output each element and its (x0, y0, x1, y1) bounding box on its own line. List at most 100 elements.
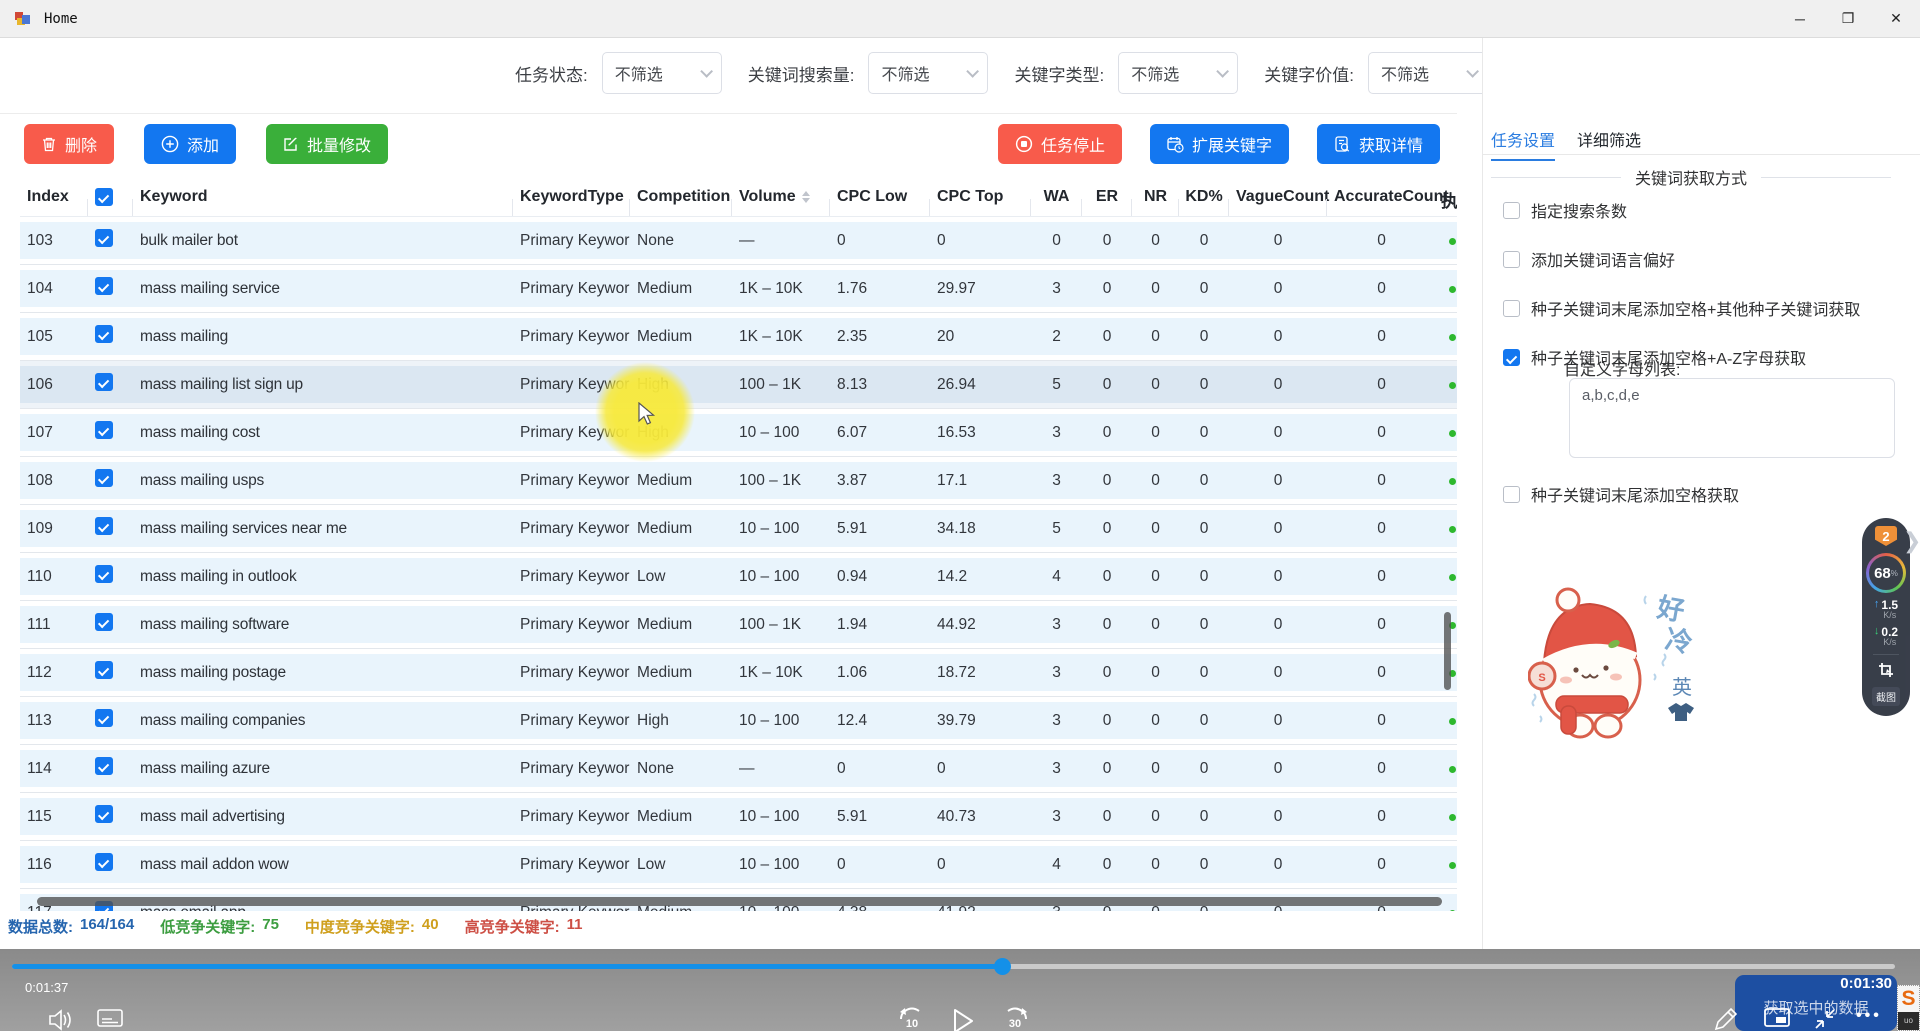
cell-select (88, 853, 133, 876)
subtitle-icon[interactable] (96, 1007, 124, 1031)
seek-bar[interactable] (12, 964, 1895, 969)
col-er[interactable]: ER (1082, 188, 1132, 206)
table-row[interactable]: 116 mass mail addon wow Primary Keyword … (20, 841, 1457, 889)
col-cpc-low[interactable]: CPC Low (830, 188, 930, 206)
table-row[interactable]: 107 mass mailing cost Primary Keyword Hi… (20, 409, 1457, 457)
row-checkbox[interactable] (95, 661, 113, 679)
cell-accurate-count: 0 (1327, 760, 1436, 778)
table-row[interactable]: 103 bulk mailer bot Primary Keyword None… (20, 217, 1457, 265)
table-row[interactable]: 109 mass mailing services near me Primar… (20, 505, 1457, 553)
select-all-checkbox[interactable] (95, 188, 113, 206)
col-select[interactable] (88, 188, 133, 206)
tab-task-settings[interactable]: 任务设置 (1491, 127, 1555, 161)
filter-select[interactable]: 不筛选 (1118, 52, 1238, 94)
exit-fullscreen-icon[interactable] (1813, 1007, 1837, 1031)
filter-select[interactable]: 不筛选 (1368, 52, 1488, 94)
col-keyword-type[interactable]: KeywordType (513, 188, 630, 206)
stop-task-button[interactable]: 任务停止 (998, 124, 1122, 164)
expand-keywords-button[interactable]: 扩展关键字 (1150, 124, 1289, 164)
add-button[interactable]: 添加 (144, 124, 236, 164)
col-keyword[interactable]: Keyword (133, 188, 513, 206)
row-checkbox[interactable] (95, 565, 113, 583)
more-options-icon[interactable]: ••• (1856, 1007, 1882, 1025)
cell-wa: 4 (1031, 568, 1082, 586)
seek-handle[interactable] (994, 958, 1011, 975)
rewind-10-button[interactable]: 10 (897, 1007, 927, 1031)
option-checkbox[interactable] (1503, 349, 1520, 366)
table-row[interactable]: 104 mass mailing service Primary Keyword… (20, 265, 1457, 313)
table-row[interactable]: 112 mass mailing postage Primary Keyword… (20, 649, 1457, 697)
row-checkbox[interactable] (95, 373, 113, 391)
row-checkbox[interactable] (95, 469, 113, 487)
col-volume[interactable]: Volume (732, 188, 830, 206)
filter-select[interactable]: 不筛选 (868, 52, 988, 94)
table-row[interactable]: 105 mass mailing Primary Keyword Medium … (20, 313, 1457, 361)
option-row[interactable]: 种子关键词末尾添加空格+其他种子关键词获取 (1503, 296, 1860, 320)
row-checkbox[interactable] (95, 613, 113, 631)
col-competition[interactable]: Competition (630, 188, 732, 206)
maximize-button[interactable]: ❐ (1824, 0, 1872, 38)
pencil-icon[interactable] (1712, 1007, 1738, 1031)
stat-label: 高竞争关键字: (465, 916, 560, 937)
cell-keyword: mass mail addon wow (133, 856, 513, 874)
cell-competition: Medium (630, 280, 732, 298)
col-cpc-top[interactable]: CPC Top (930, 188, 1031, 206)
custom-letters-input[interactable]: a,b,c,d,e (1569, 378, 1895, 458)
option-row[interactable]: 指定搜索条数 (1503, 198, 1860, 222)
col-kd[interactable]: KD% (1179, 188, 1229, 206)
table-row[interactable]: 113 mass mailing companies Primary Keywo… (20, 697, 1457, 745)
col-vague-count[interactable]: VagueCount (1229, 188, 1327, 206)
svg-text:好: 好 (1654, 592, 1687, 626)
row-checkbox[interactable] (95, 757, 113, 775)
delete-button[interactable]: 删除 (24, 124, 114, 164)
row-checkbox[interactable] (95, 277, 113, 295)
volume-icon[interactable] (46, 1007, 74, 1031)
row-checkbox[interactable] (95, 709, 113, 727)
row-checkbox[interactable] (95, 421, 113, 439)
table-row[interactable]: 115 mass mail advertising Primary Keywor… (20, 793, 1457, 841)
minimize-button[interactable]: ─ (1776, 0, 1824, 38)
col-wa[interactable]: WA (1031, 188, 1082, 206)
table-row[interactable]: 111 mass mailing software Primary Keywor… (20, 601, 1457, 649)
col-nr[interactable]: NR (1132, 188, 1179, 206)
cell-keyword-type: Primary Keyword (513, 232, 630, 250)
table-row[interactable]: 106 mass mailing list sign up Primary Ke… (20, 361, 1457, 409)
forward-30-button[interactable]: 30 (1000, 1007, 1030, 1031)
screenshot-crop-icon[interactable] (1877, 661, 1895, 684)
filter-label: 关键字价值: (1264, 61, 1354, 86)
chevron-right-icon[interactable]: ❯ (1903, 528, 1920, 554)
row-checkbox[interactable] (95, 229, 113, 247)
vertical-scrollbar[interactable] (1444, 612, 1451, 690)
option-row[interactable]: 添加关键词语言偏好 (1503, 247, 1860, 271)
row-checkbox[interactable] (95, 805, 113, 823)
col-index[interactable]: Index (20, 188, 88, 206)
get-details-button[interactable]: 获取详情 (1317, 124, 1440, 164)
filter-select[interactable]: 不筛选 (602, 52, 722, 94)
table-row[interactable]: 108 mass mailing usps Primary Keyword Me… (20, 457, 1457, 505)
batch-edit-button[interactable]: 批量修改 (266, 124, 388, 164)
play-button[interactable] (950, 1007, 976, 1031)
cell-volume: 10 – 100 (732, 712, 830, 730)
col-accurate-count[interactable]: AccurateCount (1327, 188, 1436, 206)
row-checkbox[interactable] (95, 853, 113, 871)
option-checkbox[interactable] (1503, 251, 1520, 268)
tab-detail-filter[interactable]: 详细筛选 (1577, 127, 1641, 161)
cell-cpc-top: 14.2 (930, 568, 1031, 586)
row-checkbox[interactable] (95, 325, 113, 343)
monitor-icon[interactable] (1763, 1007, 1791, 1031)
horizontal-scrollbar[interactable] (37, 897, 1442, 906)
sort-icons[interactable] (802, 191, 810, 203)
cell-accurate-count: 0 (1327, 856, 1436, 874)
close-button[interactable]: ✕ (1872, 0, 1920, 38)
cell-cpc-low: 12.4 (830, 712, 930, 730)
cell-accurate-count: 0 (1327, 424, 1436, 442)
filter-bar: 任务状态: 不筛选 关键词搜索量: 不筛选 关键字类型: 不筛选 关键字价值: … (515, 52, 1488, 94)
table-row[interactable]: 110 mass mailing in outlook Primary Keyw… (20, 553, 1457, 601)
option-row[interactable]: 种子关键词末尾添加空格获取 (1503, 482, 1739, 506)
table-row[interactable]: 114 mass mailing azure Primary Keyword N… (20, 745, 1457, 793)
option-checkbox[interactable] (1503, 486, 1520, 503)
row-checkbox[interactable] (95, 517, 113, 535)
option-checkbox[interactable] (1503, 300, 1520, 317)
option-checkbox[interactable] (1503, 202, 1520, 219)
option-row[interactable]: 种子关键词末尾添加空格+A-Z字母获取 (1503, 345, 1860, 369)
